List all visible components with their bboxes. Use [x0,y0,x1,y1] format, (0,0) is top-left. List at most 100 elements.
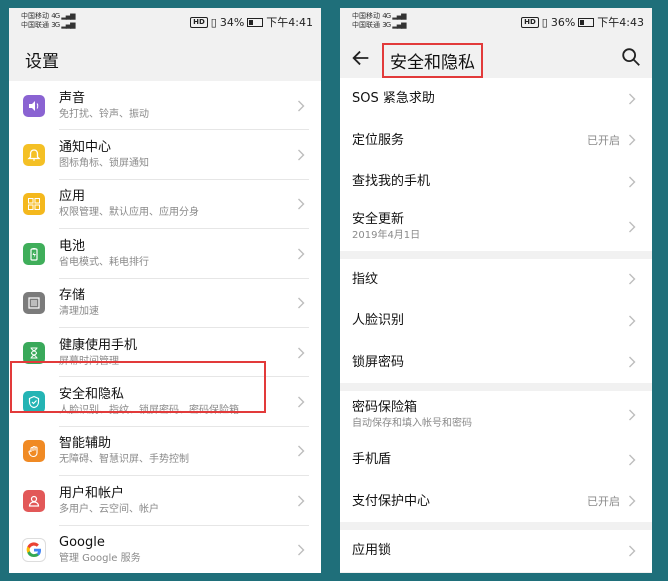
security-item[interactable]: 手机盾 [340,439,652,481]
battery-percent: 34% [219,15,245,29]
page-title: 安全和隐私 [382,43,483,78]
network-type-1: 4G [51,12,60,20]
apps-grid-icon [23,193,45,216]
settings-item[interactable]: Google 管理 Google 服务 [9,525,321,573]
sound-icon [23,94,45,117]
security-item-title: 支付保护中心 [352,493,431,509]
security-item-title: 安全更新 [352,211,405,227]
page-title: 设置 [25,52,59,72]
settings-item-title: Google [59,535,105,551]
settings-item-subtitle: 权限管理、默认应用、应用分身 [59,207,199,219]
shield-icon [23,391,45,414]
group-separator [340,522,652,530]
network-type-2: 3G [51,21,60,29]
settings-item-title: 电池 [59,238,86,254]
settings-item[interactable]: 通知中心 图标角标、锁屏通知 [9,130,321,180]
signal-icon: ▂▄▆ [392,12,406,20]
search-icon[interactable] [620,46,642,68]
settings-item-title: 用户和帐户 [59,485,125,501]
hd-badge: HD [190,16,208,28]
google-icon [23,539,45,562]
settings-item-title: 通知中心 [59,140,112,156]
chevron-right-icon [298,396,305,408]
security-item-subtitle: 2019年4月1日 [352,229,421,241]
security-item-title: 密码保险箱 [352,400,418,415]
security-item-title: 人脸识别 [352,313,405,329]
chevron-right-icon [629,454,636,466]
chevron-right-icon [629,356,636,368]
settings-item-subtitle: 免打扰、铃声、振动 [59,108,149,120]
network-type-1: 4G [382,12,391,20]
settings-item[interactable]: 健康使用手机屏幕时间管理 [9,327,321,378]
carrier-2: 中国联通 [21,21,49,29]
chevron-right-icon [298,544,305,556]
status-value: 已开启 [587,495,620,509]
security-item[interactable]: 人脸识别 [340,300,652,342]
status-value: 已开启 [587,134,620,148]
chevron-right-icon [629,134,636,146]
back-arrow-icon[interactable] [350,47,372,69]
security-item[interactable]: 定位服务 已开启 [340,119,652,161]
chevron-right-icon [298,100,305,112]
header: 设置 [9,40,321,78]
carrier-1: 中国移动 [352,12,380,20]
settings-item-subtitle: 无障碍、智慧识屏、手势控制 [59,454,189,466]
settings-item-subtitle: 人脸识别、指纹、锁屏密码、密码保险箱 [59,405,239,417]
chevron-right-icon [629,176,636,188]
settings-item[interactable]: 电池 省电模式、耗电排行 [9,229,321,279]
settings-item-subtitle: 多用户、云空间、帐户 [59,503,159,515]
carrier-info: 中国移动 4G ▂▄▆ 中国联通 3G ▂▄▆ [21,12,76,30]
security-item-title: 锁屏密码 [352,354,405,370]
security-item[interactable]: 支付保护中心 已开启 [340,480,652,522]
status-bar: 中国移动 4G ▂▄▆ 中国联通 3G ▂▄▆ HD ▯ 34% 下午4:41 [9,8,321,40]
settings-item[interactable]: 智能辅助无障碍、智慧识屏、手势控制 [9,426,321,477]
hand-icon [23,440,45,463]
chevron-right-icon [629,315,636,327]
settings-item[interactable]: 应用权限管理、默认应用、应用分身 [9,179,321,230]
carrier-2: 中国联通 [352,21,380,29]
settings-item-title: 安全和隐私 [59,387,125,403]
battery-icon [578,17,595,27]
settings-item-subtitle: 清理加速 [59,306,99,318]
settings-item[interactable]: 声音 免打扰、铃声、振动 [9,81,321,131]
network-type-2: 3G [382,21,391,29]
bell-icon [23,144,45,167]
chevron-right-icon [629,273,636,285]
security-item[interactable]: 锁屏密码 [340,341,652,383]
security-item-title: 定位服务 [352,132,405,148]
chevron-right-icon [298,297,305,309]
chevron-right-icon [629,409,636,421]
chevron-right-icon [298,198,305,210]
chevron-right-icon [298,248,305,260]
settings-item[interactable]: 用户和帐户多用户、云空间、帐户 [9,476,321,526]
security-privacy-screen: 中国移动 4G ▂▄▆ 中国联通 3G ▂▄▆ HD ▯ 36% 下午4:43 … [340,8,652,573]
settings-item-title: 健康使用手机 [59,337,138,353]
vibrate-icon: ▯ [541,15,548,29]
security-item-title: 查找我的手机 [352,174,431,190]
security-settings-list: SOS 紧急求助 定位服务 已开启 查找我的手机 安全更新 2019年4月1日 指纹 人脸识别… [340,78,652,573]
settings-item-title: 智能辅助 [59,436,112,452]
group-separator [340,250,652,259]
chevron-right-icon [629,221,636,232]
chevron-right-icon [298,495,305,507]
signal-icon: ▂▄▆ [392,21,406,29]
settings-item-title: 应用 [59,189,86,205]
hd-badge: HD [521,16,539,28]
settings-item-subtitle: 屏幕时间管理 [59,355,119,367]
security-item[interactable]: 密码保险箱 自动保存和填入帐号和密码 [340,391,652,439]
security-item-title: 指纹 [352,271,379,287]
security-item[interactable]: 指纹 [340,258,652,300]
security-item-title: 应用锁 [352,543,392,559]
chevron-right-icon [298,445,305,457]
header: 安全和隐私 [340,40,652,78]
signal-icon: ▂▄▆ [61,21,75,29]
security-item[interactable]: 查找我的手机 [340,161,652,203]
security-item[interactable]: SOS 紧急求助 [340,78,652,120]
clock: 下午4:41 [266,16,313,29]
security-item[interactable]: 应用锁 [340,530,652,572]
settings-item[interactable]: 安全和隐私人脸识别、指纹、锁屏密码、密码保险箱 [9,377,321,427]
status-bar: 中国移动 4G ▂▄▆ 中国联通 3G ▂▄▆ HD ▯ 36% 下午4:43 [340,8,652,40]
settings-item[interactable]: 存储 清理加速 [9,278,321,328]
security-item[interactable]: 安全更新 2019年4月1日 [340,202,652,251]
settings-list: 声音 免打扰、铃声、振动 通知中心 图标角标、锁屏通知应用权限管理、默认应用、应用分身… [9,81,321,573]
